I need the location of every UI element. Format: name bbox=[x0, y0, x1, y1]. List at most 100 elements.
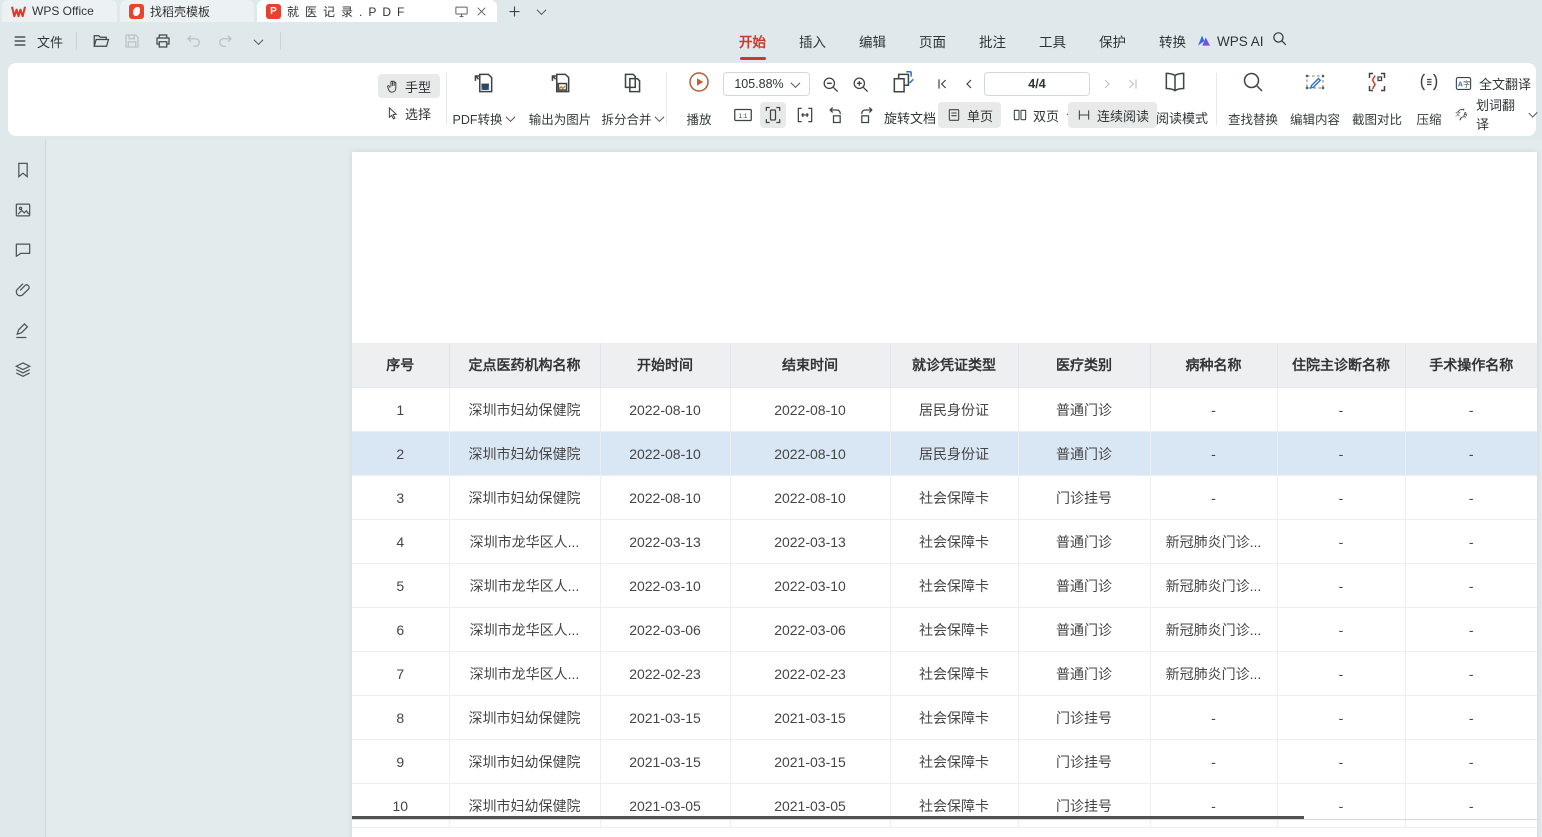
table-cell: - bbox=[1405, 740, 1537, 784]
single-page-button[interactable]: 单页 bbox=[938, 102, 1001, 128]
chevron-down-icon bbox=[1528, 108, 1537, 117]
attachment-icon[interactable] bbox=[13, 280, 33, 300]
table-cell: - bbox=[1277, 476, 1405, 520]
comment-icon[interactable] bbox=[13, 240, 33, 260]
select-tool-label: 选择 bbox=[405, 104, 431, 123]
rotate-left-button[interactable] bbox=[823, 102, 849, 128]
fit-width-button[interactable] bbox=[792, 102, 818, 128]
menu-item-home[interactable]: 开始 bbox=[738, 29, 767, 53]
table-cell: - bbox=[1150, 696, 1277, 740]
table-cell: 2022-08-10 bbox=[730, 432, 890, 476]
first-page-button[interactable] bbox=[932, 71, 954, 97]
tab-label: 就医记录.PDF bbox=[287, 3, 448, 20]
rotate-right-button[interactable] bbox=[853, 102, 879, 128]
word-translate-button[interactable]: A 文 划词翻译 bbox=[1454, 103, 1536, 125]
table-cell: 4 bbox=[352, 520, 449, 564]
table-cell: 社会保障卡 bbox=[890, 740, 1018, 784]
table-cell: 普通门诊 bbox=[1018, 652, 1150, 696]
table-cell: 2022-02-23 bbox=[730, 652, 890, 696]
fit-page-button[interactable] bbox=[760, 102, 786, 128]
tab-list-button[interactable] bbox=[530, 2, 548, 20]
word-translate-icon: A 文 bbox=[1454, 105, 1470, 124]
signature-pen-icon[interactable] bbox=[13, 320, 33, 340]
save-button[interactable] bbox=[121, 30, 143, 52]
rotate-document-label[interactable]: 旋转文档 bbox=[884, 108, 936, 127]
split-merge-button[interactable]: 拆分合并 bbox=[590, 70, 674, 128]
bookmark-icon[interactable] bbox=[13, 160, 33, 180]
menu-item-tools[interactable]: 工具 bbox=[1038, 29, 1067, 53]
continuous-read-button[interactable]: 连续阅读 bbox=[1068, 102, 1157, 128]
share-screen-icon[interactable] bbox=[454, 4, 469, 19]
wps-ai-button[interactable]: WPS AI bbox=[1196, 22, 1264, 60]
menu-item-page[interactable]: 页面 bbox=[918, 29, 947, 53]
next-page-button[interactable] bbox=[1096, 71, 1118, 97]
open-file-button[interactable] bbox=[90, 30, 112, 52]
table-cell: 社会保障卡 bbox=[890, 608, 1018, 652]
table-cell: - bbox=[1150, 784, 1277, 828]
redo-button[interactable] bbox=[214, 30, 236, 52]
pdf-convert-icon: W bbox=[470, 70, 496, 96]
single-page-icon bbox=[946, 107, 962, 123]
menu-item-protect[interactable]: 保护 bbox=[1098, 29, 1127, 53]
rotate-document-button[interactable] bbox=[888, 69, 918, 95]
double-page-label: 双页 bbox=[1033, 106, 1059, 125]
full-translate-button[interactable]: A 字 全文翻译 bbox=[1454, 72, 1531, 94]
quickbar-more-button[interactable] bbox=[245, 30, 267, 52]
pdf-convert-button[interactable]: W PDF转换 bbox=[445, 70, 521, 128]
undo-icon bbox=[185, 32, 203, 50]
zoom-out-button[interactable] bbox=[817, 71, 843, 97]
thumbnail-image-icon[interactable] bbox=[13, 200, 33, 220]
screenshot-compare-button[interactable]: 截图对比 bbox=[1346, 70, 1408, 128]
document-viewport[interactable]: 序号定点医药机构名称开始时间结束时间就诊凭证类型医疗类别病种名称住院主诊断名称手… bbox=[47, 140, 1542, 837]
layers-icon[interactable] bbox=[13, 360, 33, 380]
find-replace-button[interactable]: 查找替换 bbox=[1222, 70, 1284, 128]
menu-item-comment[interactable]: 批注 bbox=[978, 29, 1007, 53]
play-button[interactable]: 播放 bbox=[670, 70, 728, 128]
table-cell: - bbox=[1150, 476, 1277, 520]
menu-item-insert[interactable]: 插入 bbox=[798, 29, 827, 53]
table-cell: 2022-08-10 bbox=[600, 476, 730, 520]
table-cell: 2022-08-10 bbox=[730, 388, 890, 432]
table-cell: - bbox=[1405, 784, 1537, 828]
table-row: 7深圳市龙华区人...2022-02-232022-02-23社会保障卡普通门诊… bbox=[352, 652, 1537, 696]
table-cell: - bbox=[1150, 432, 1277, 476]
select-tool-button[interactable]: 选择 bbox=[378, 101, 440, 125]
previous-page-button[interactable] bbox=[958, 71, 980, 97]
read-mode-button[interactable] bbox=[1158, 69, 1192, 95]
tab-bar: WPS Office 找稻壳模板 P 就医记录.PDF bbox=[0, 0, 1542, 22]
zoom-level-select[interactable]: 105.88% bbox=[723, 72, 810, 96]
hamburger-menu-icon[interactable] bbox=[12, 33, 28, 49]
hand-icon bbox=[385, 79, 400, 94]
table-cell: 普通门诊 bbox=[1018, 564, 1150, 608]
compress-button[interactable]: 压缩 bbox=[1406, 70, 1452, 128]
zoom-in-button[interactable] bbox=[847, 71, 873, 97]
page-number-input[interactable]: 4/4 bbox=[984, 72, 1090, 96]
table-cell: 深圳市妇幼保健院 bbox=[449, 476, 600, 520]
menu-search-button[interactable] bbox=[1271, 30, 1288, 47]
hand-tool-button[interactable]: 手型 bbox=[378, 74, 440, 98]
menu-item-edit[interactable]: 编辑 bbox=[858, 29, 887, 53]
tab-wps-home[interactable]: WPS Office bbox=[2, 0, 117, 22]
table-cell: 2021-03-05 bbox=[730, 784, 890, 828]
read-mode-icon bbox=[1162, 69, 1188, 95]
tab-document[interactable]: P 就医记录.PDF bbox=[257, 0, 497, 22]
table-cell: 2022-02-23 bbox=[600, 652, 730, 696]
print-button[interactable] bbox=[152, 30, 174, 52]
edit-content-button[interactable]: 编辑内容 bbox=[1284, 70, 1346, 128]
table-cell: 门诊挂号 bbox=[1018, 740, 1150, 784]
table-header-cell: 定点医药机构名称 bbox=[449, 343, 600, 388]
read-mode-label[interactable]: 阅读模式 bbox=[1156, 108, 1208, 127]
actual-size-button[interactable]: 1:1 bbox=[730, 102, 756, 128]
table-cell: 深圳市妇幼保健院 bbox=[449, 432, 600, 476]
tab-docer-templates[interactable]: 找稻壳模板 bbox=[120, 0, 254, 22]
menu-item-convert[interactable]: 转换 bbox=[1158, 29, 1187, 53]
undo-button[interactable] bbox=[183, 30, 205, 52]
double-page-icon bbox=[1012, 107, 1028, 123]
file-menu-button[interactable]: 文件 bbox=[37, 32, 63, 51]
close-tab-icon[interactable] bbox=[475, 5, 488, 18]
fit-width-icon bbox=[795, 105, 815, 125]
continuous-read-label: 连续阅读 bbox=[1097, 106, 1149, 125]
one-to-one-icon: 1:1 bbox=[732, 104, 754, 126]
last-page-button[interactable] bbox=[1121, 71, 1143, 97]
new-tab-button[interactable] bbox=[505, 2, 523, 20]
